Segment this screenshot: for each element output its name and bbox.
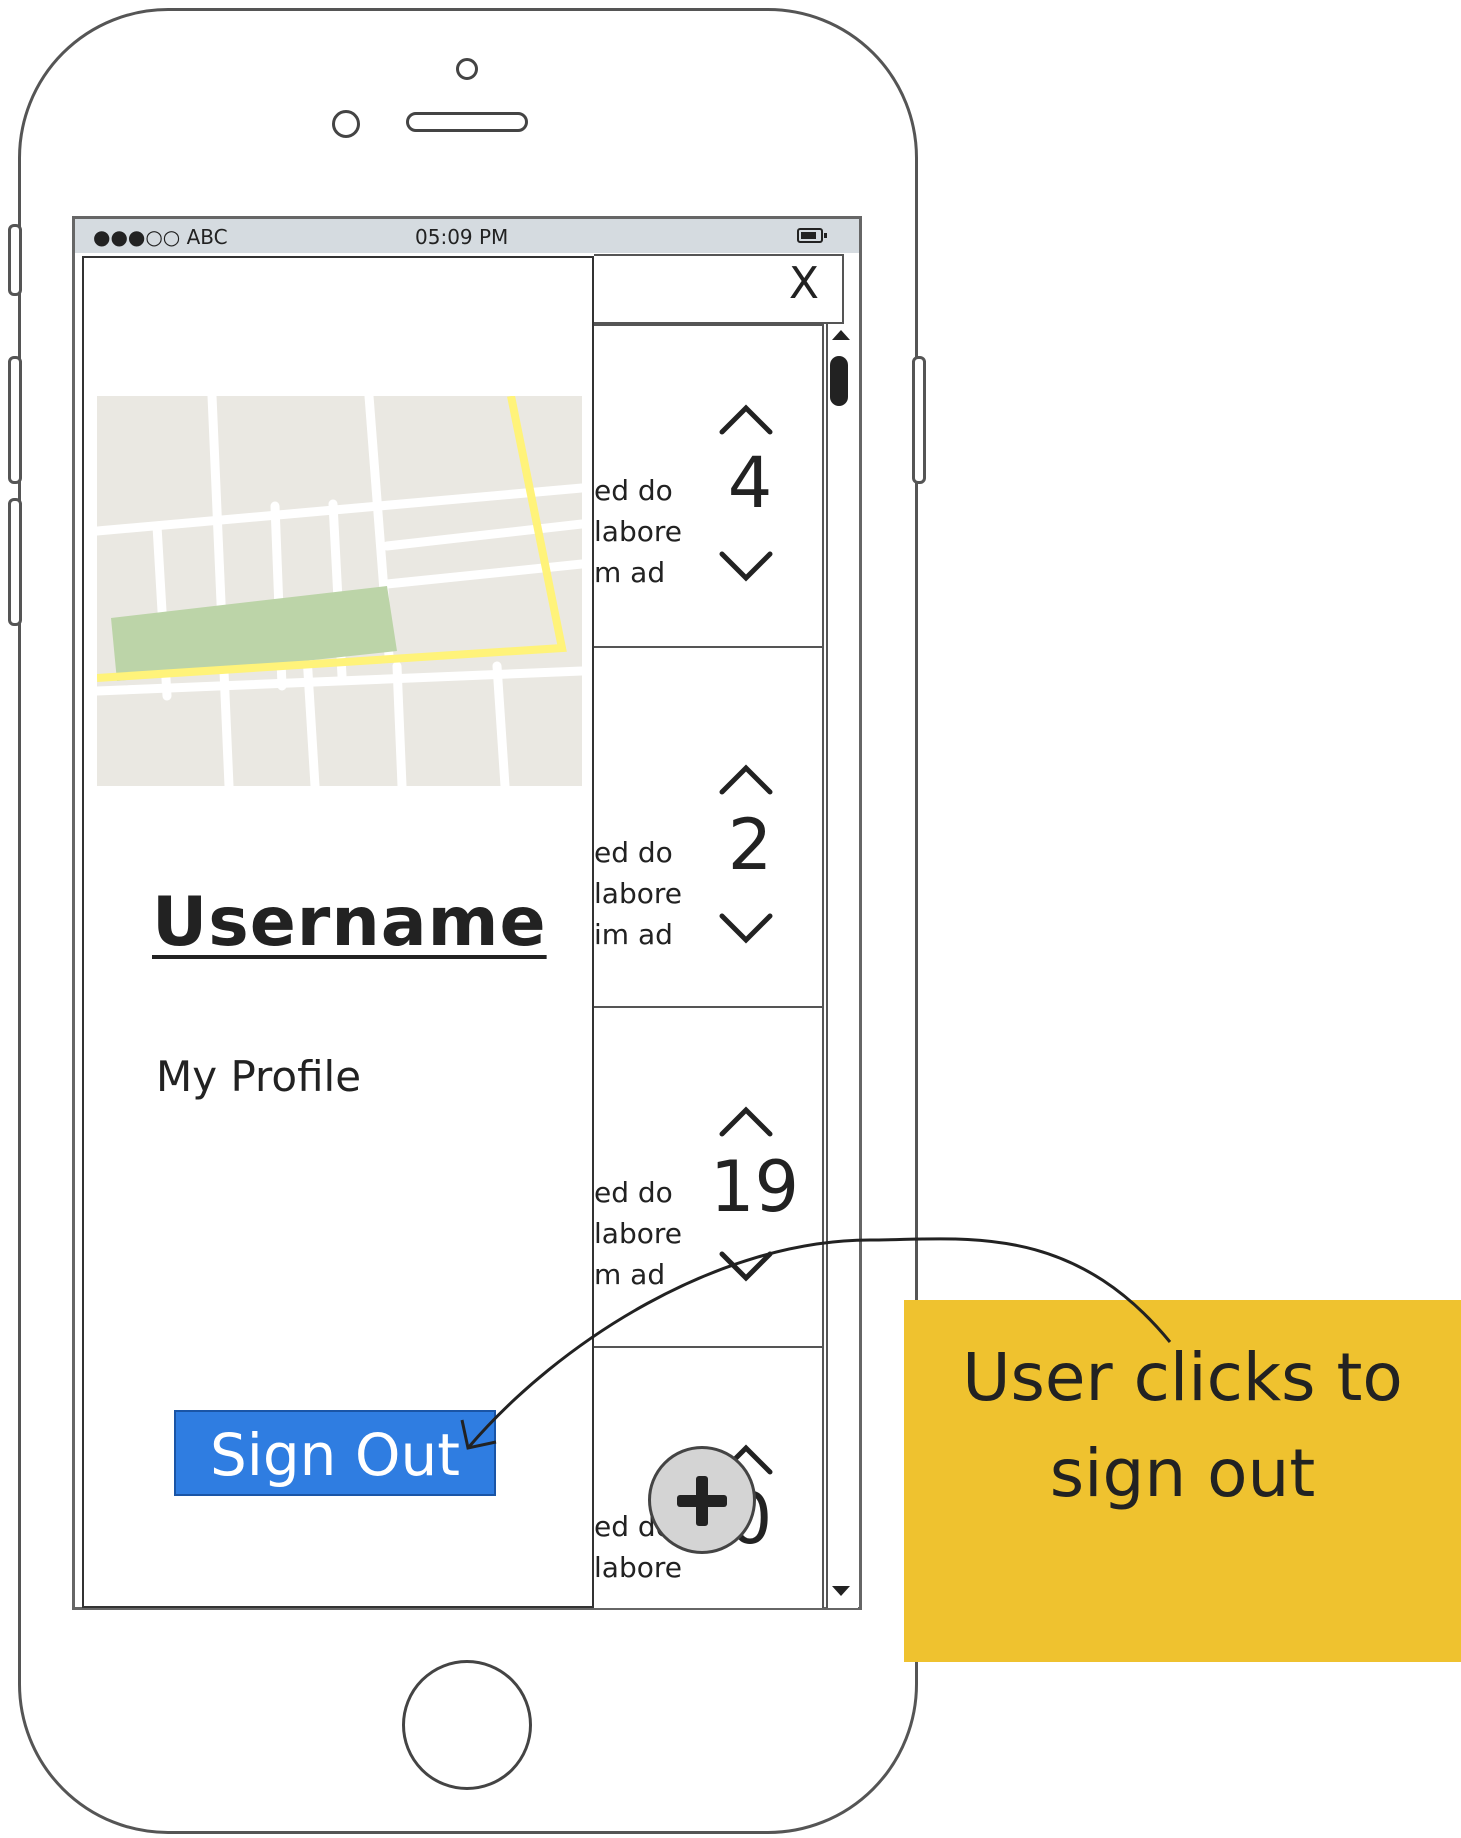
sticky-note: User clicks to sign out [904, 1300, 1461, 1662]
list-item[interactable]: ed do labore im ad 2 [594, 646, 824, 1008]
close-icon[interactable]: X [782, 258, 826, 314]
power-button [912, 356, 926, 484]
map-image [97, 396, 582, 786]
proximity-sensor [332, 110, 360, 138]
list-item[interactable]: ed do labore m ad 4 [594, 324, 824, 648]
scrollbar[interactable] [826, 324, 858, 1608]
vote-count: 4 [727, 442, 773, 524]
vote-count: 19 [710, 1146, 800, 1228]
battery-icon [797, 228, 827, 243]
chevron-up-icon[interactable] [716, 398, 776, 438]
home-button[interactable] [402, 1660, 532, 1790]
username-link[interactable]: Username [152, 883, 547, 962]
status-bar: ●●●○○ ABC 05:09 PM [75, 219, 859, 253]
plus-icon[interactable] [648, 1446, 756, 1554]
list-item-text: ed do labore im ad [594, 836, 682, 951]
my-profile-link[interactable]: My Profile [156, 1052, 361, 1101]
front-camera [456, 58, 478, 80]
chevron-down-icon[interactable] [716, 548, 776, 588]
status-time: 05:09 PM [415, 225, 509, 249]
scroll-down-arrow-icon[interactable] [832, 1586, 850, 1596]
list-item[interactable]: ed do labore m ad 19 [594, 1006, 824, 1348]
vote-count: 2 [727, 804, 773, 886]
sign-out-button[interactable]: Sign Out [174, 1410, 496, 1496]
list-item-text: ed do labore m ad [594, 1176, 682, 1291]
earpiece-speaker [406, 112, 528, 132]
chevron-down-icon[interactable] [716, 1248, 776, 1288]
chevron-down-icon[interactable] [716, 910, 776, 950]
volume-up-button [8, 356, 22, 484]
mute-switch [8, 224, 22, 296]
note-text: User clicks to sign out [962, 1339, 1403, 1512]
carrier-signal: ●●●○○ ABC [93, 225, 228, 249]
chevron-up-icon[interactable] [716, 758, 776, 798]
list-item-text: ed do labore m ad [594, 474, 682, 589]
scroll-up-arrow-icon[interactable] [832, 330, 850, 340]
chevron-up-icon[interactable] [716, 1100, 776, 1140]
volume-down-button [8, 498, 22, 626]
scrollbar-thumb[interactable] [830, 356, 848, 406]
